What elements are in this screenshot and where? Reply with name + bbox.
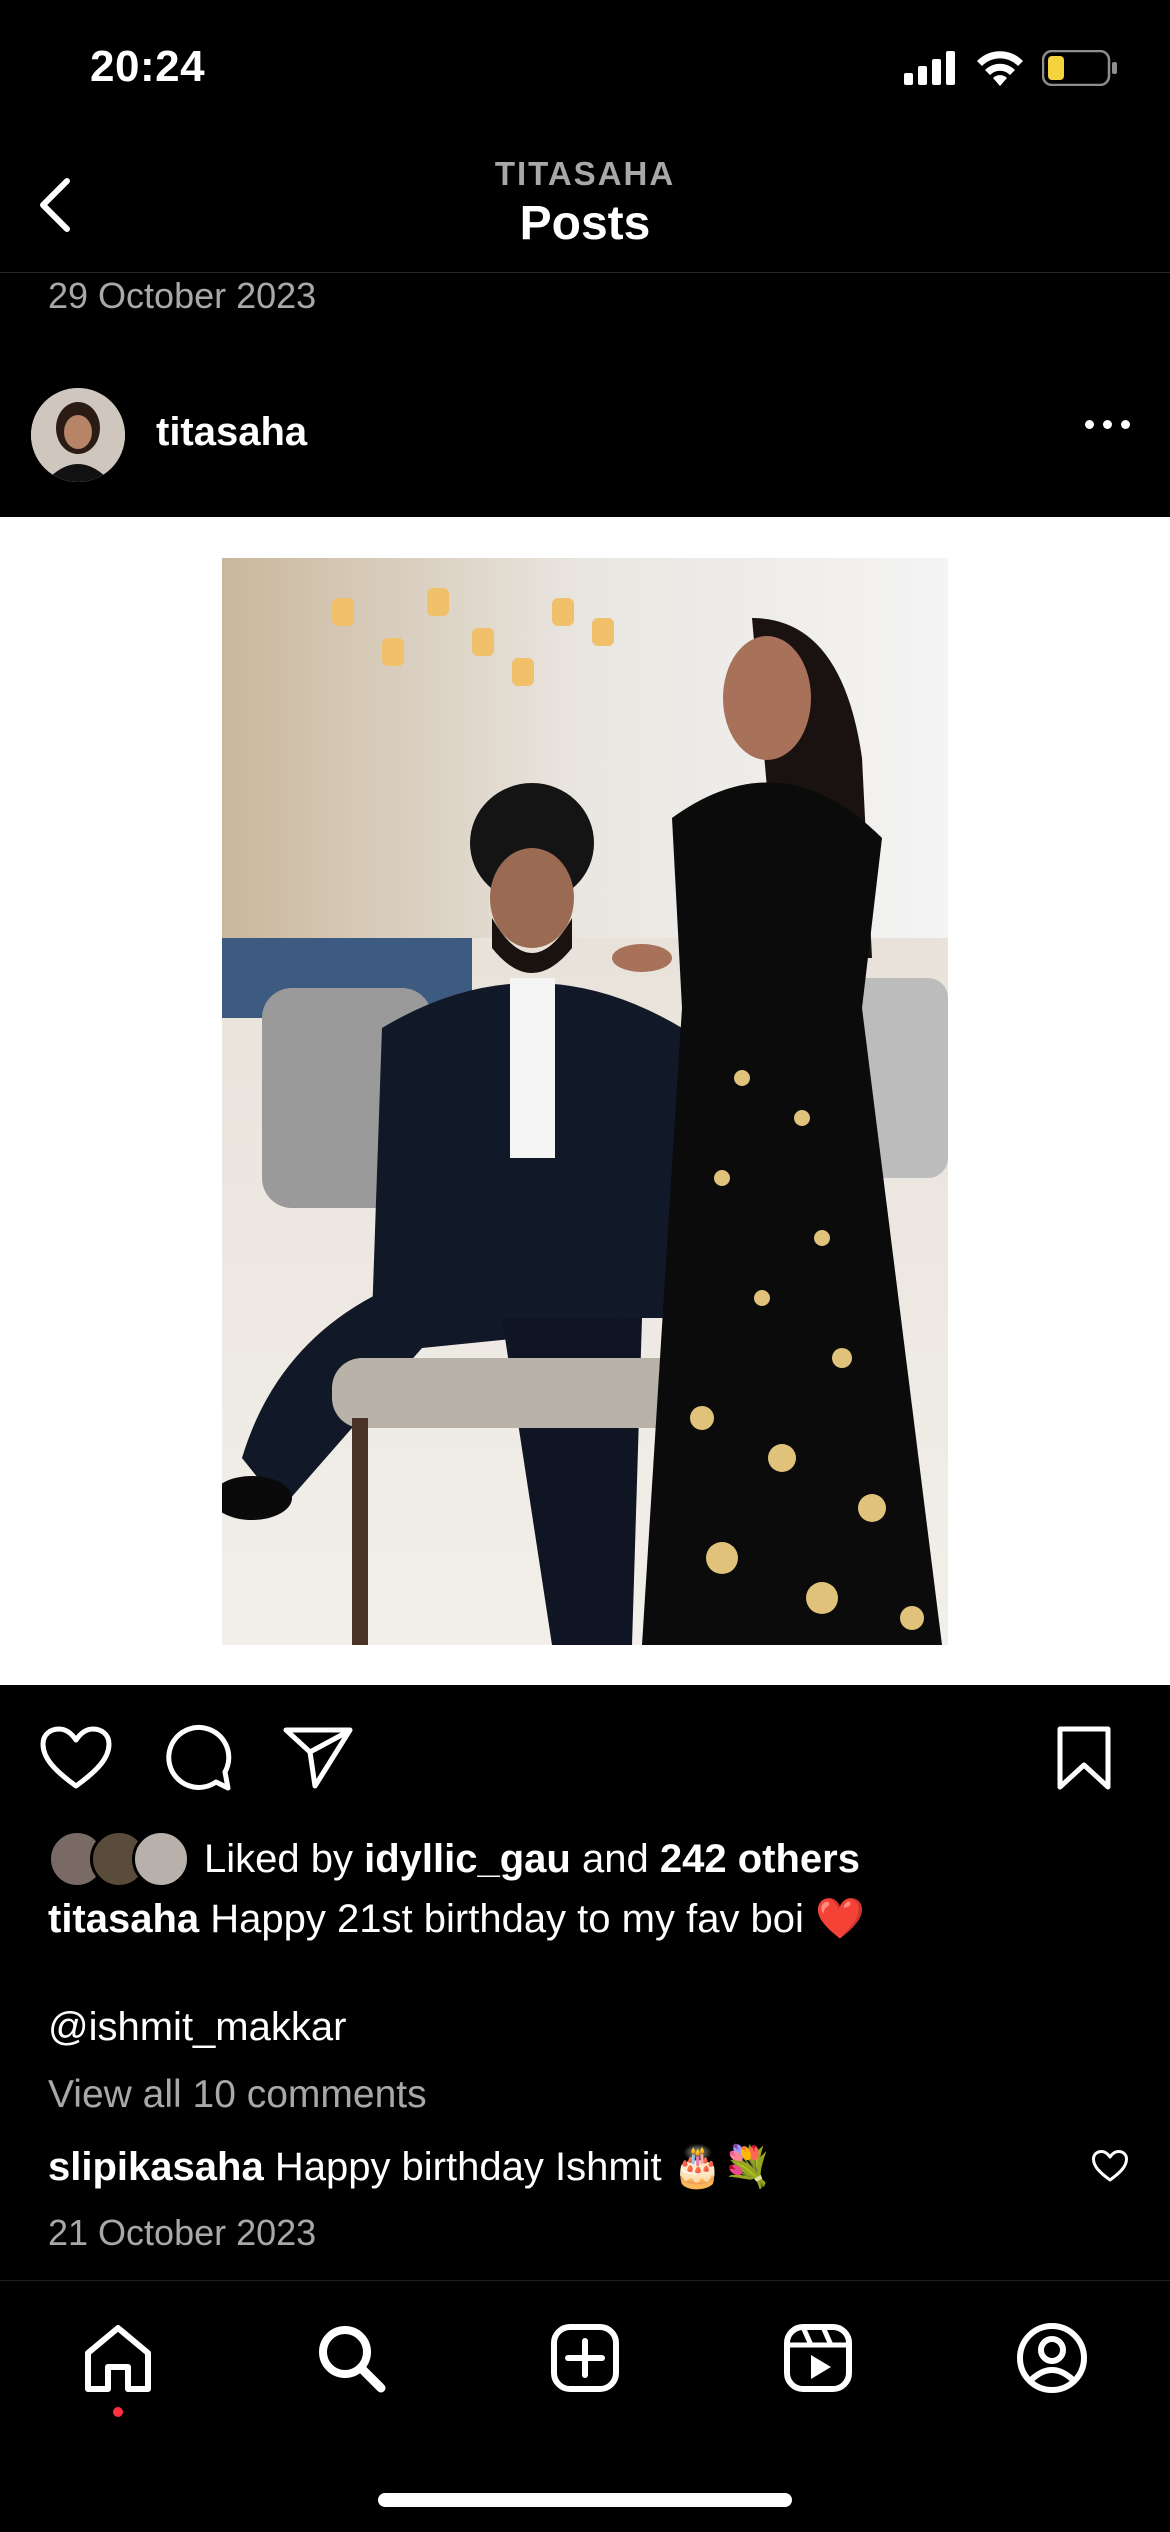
search-icon <box>319 2326 386 2393</box>
home-icon <box>85 2325 151 2392</box>
caption-username[interactable]: titasaha <box>48 1897 199 1941</box>
comment-username[interactable]: slipikasaha <box>48 2145 264 2189</box>
status-time: 20:24 <box>90 42 206 91</box>
send-icon <box>283 1727 353 1789</box>
create-icon <box>551 2324 619 2392</box>
caption: titasaha Happy 21st birthday to my fav b… <box>48 1895 1128 1942</box>
first-liker[interactable]: idyllic_gau <box>364 1837 571 1882</box>
post-photo <box>222 558 948 1645</box>
wifi-icon <box>977 51 1023 86</box>
likes-others[interactable]: 242 others <box>660 1837 860 1882</box>
caption-mention[interactable]: @ishmit_makkar <box>48 2005 346 2050</box>
battery-low-icon <box>1042 50 1117 86</box>
heart-icon <box>1092 2150 1128 2182</box>
like-button[interactable] <box>38 1720 114 1796</box>
likes-connector: and <box>581 1836 649 1881</box>
comment-like-button[interactable] <box>1092 2150 1128 2187</box>
header-divider <box>0 272 1170 273</box>
header-account: TITASAHA <box>494 155 676 192</box>
tab-home[interactable] <box>78 2318 158 2398</box>
status-icons <box>904 50 1118 86</box>
bookmark-icon <box>1057 1726 1111 1790</box>
tab-create[interactable] <box>545 2318 625 2398</box>
tab-search[interactable] <box>311 2318 391 2398</box>
likes-prefix: Liked by <box>204 1836 353 1881</box>
tab-reels[interactable] <box>778 2318 858 2398</box>
profile-icon <box>1017 2323 1087 2393</box>
page-title: Posts <box>519 197 651 250</box>
liker-avatar <box>132 1830 190 1888</box>
top-comment: slipikasaha Happy birthday Ishmit 🎂💐 <box>48 2143 772 2190</box>
comment-button[interactable] <box>160 1720 236 1796</box>
caption-text: Happy 21st birthday to my fav boi ❤️ <box>210 1897 865 1941</box>
ellipsis-icon <box>1085 420 1094 429</box>
previous-post-date: 29 October 2023 <box>48 275 317 316</box>
save-button[interactable] <box>1046 1720 1122 1796</box>
tab-bar-divider <box>0 2280 1170 2281</box>
heart-icon <box>40 1726 112 1789</box>
avatar[interactable] <box>31 388 125 482</box>
cellular-signal-icon <box>904 51 955 85</box>
share-button[interactable] <box>280 1720 356 1796</box>
home-indicator <box>378 2493 792 2507</box>
notification-dot <box>113 2407 123 2417</box>
tab-profile[interactable] <box>1012 2318 1092 2398</box>
view-all-comments-link[interactable]: View all 10 comments <box>48 2073 427 2117</box>
post-date: 21 October 2023 <box>48 2212 317 2253</box>
comment-icon <box>166 1724 232 1791</box>
comment-text: Happy birthday Ishmit 🎂💐 <box>274 2145 773 2189</box>
likes-summary[interactable]: Liked by idyllic_gau and 242 others <box>48 1830 860 1888</box>
post-username[interactable]: titasaha <box>156 410 307 455</box>
reels-icon <box>784 2324 852 2392</box>
more-options-button[interactable] <box>1085 420 1130 429</box>
